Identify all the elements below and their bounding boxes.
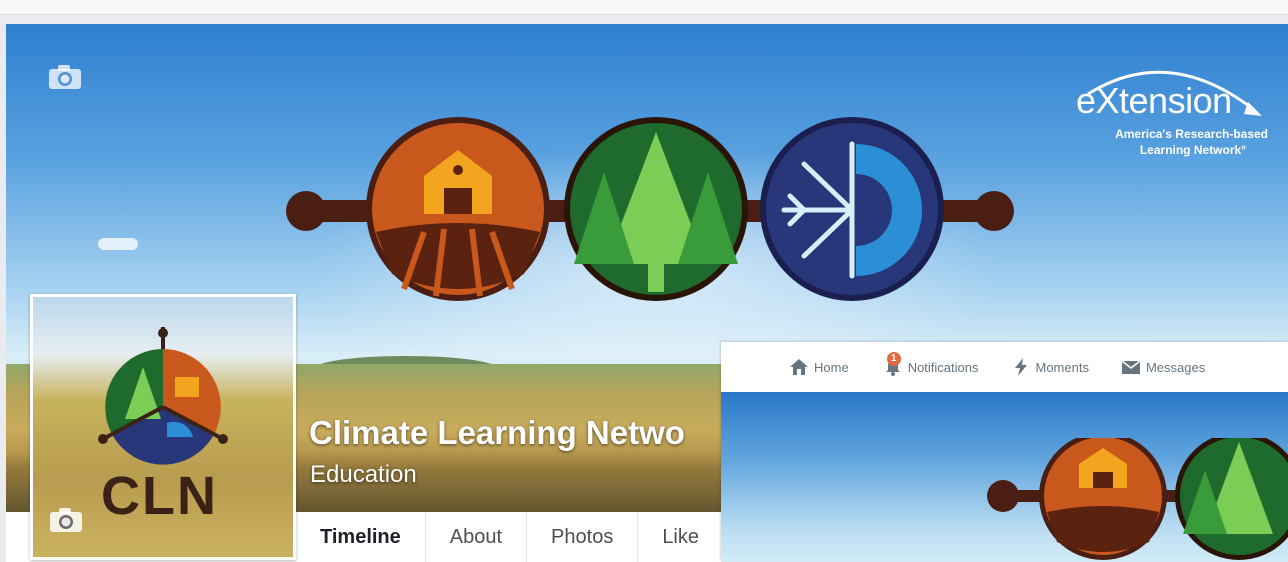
farm-badge-icon xyxy=(366,117,550,301)
nav-messages-label: Messages xyxy=(1145,359,1206,375)
forest-badge-icon xyxy=(564,117,748,301)
page-tabs: Timeline About Photos Like xyxy=(296,512,725,562)
extension-tagline-line-1: America's Research-based xyxy=(1115,127,1268,141)
profile-logo-text: CLN xyxy=(101,466,218,526)
update-profile-camera-icon[interactable] xyxy=(49,507,83,533)
nav-moments-label: Moments xyxy=(1035,359,1089,375)
tab-timeline[interactable]: Timeline xyxy=(296,512,426,562)
nav-home-label: Home xyxy=(814,359,849,375)
update-cover-camera-icon[interactable] xyxy=(48,64,82,90)
cln-emblem-icon xyxy=(98,327,228,465)
nav-notifications[interactable]: 1 Notifications xyxy=(883,352,979,376)
extension-wordmark: eXtension xyxy=(1076,80,1232,121)
climate-badge-icon xyxy=(760,117,944,301)
page-category[interactable]: Education xyxy=(310,461,417,489)
nav-messages[interactable]: Messages xyxy=(1121,358,1205,376)
page-title[interactable]: Climate Learning Netwo xyxy=(309,414,685,452)
extension-logo: eXtension America's Research-based Learn… xyxy=(1068,54,1268,164)
notification-badge: 1 xyxy=(886,352,901,366)
nav-moments[interactable]: Moments xyxy=(1011,358,1089,376)
extension-tagline-line-2: Learning Network° xyxy=(1139,143,1246,157)
lightning-icon xyxy=(1014,358,1027,376)
tab-about[interactable]: About xyxy=(426,512,528,562)
tab-likes[interactable]: Like xyxy=(638,512,725,562)
cover-cloud xyxy=(98,238,138,250)
nav-home[interactable]: Home xyxy=(789,358,849,376)
inset-farm-badge-icon xyxy=(1039,438,1167,560)
tab-photos[interactable]: Photos xyxy=(527,512,639,562)
cover-badges-illustration xyxy=(286,117,1014,301)
nav-notifications-label: Notifications xyxy=(907,359,979,375)
top-strip xyxy=(0,0,1288,15)
inset-forest-badge-icon xyxy=(1175,438,1288,560)
twitter-header-image xyxy=(721,392,1288,562)
twitter-header-inset: Home 1 Notifications Moments Messages xyxy=(721,342,1288,562)
extension-tagline: America's Research-based Learning Networ… xyxy=(1068,126,1268,158)
twitter-nav-bar: Home 1 Notifications Moments Messages xyxy=(721,342,1288,392)
bell-icon: 1 xyxy=(883,352,903,376)
profile-picture[interactable]: CLN xyxy=(30,294,296,560)
envelope-icon xyxy=(1121,360,1141,374)
home-icon xyxy=(790,359,808,375)
inset-badges-illustration xyxy=(987,438,1288,560)
